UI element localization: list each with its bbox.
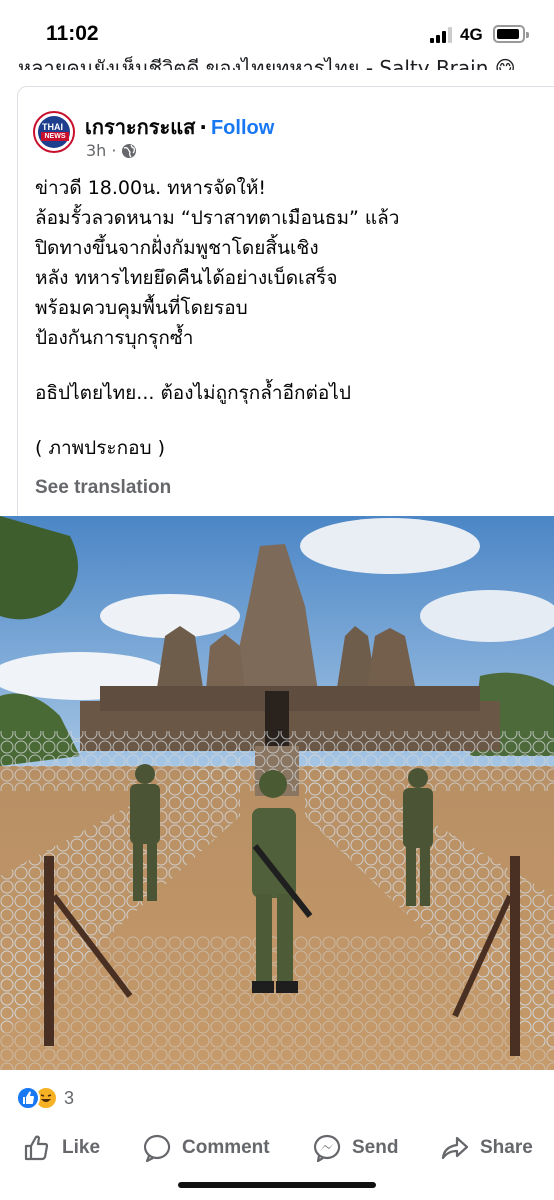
post-line: พร้อมควบคุมพื้นที่โดยรอบ [35, 297, 248, 319]
home-indicator[interactable] [178, 1182, 376, 1188]
comment-icon [143, 1134, 171, 1163]
like-reaction-icon [16, 1086, 40, 1110]
battery-icon [493, 25, 529, 43]
meta-separator: · [111, 141, 117, 160]
post-line: ( ภาพประกอบ ) [35, 437, 166, 459]
page-avatar[interactable]: THAI NEWS [33, 111, 75, 153]
avatar-logo-subtext: NEWS [41, 132, 69, 141]
post-line: ป้องกันการบุกรุกซ้ำ [35, 327, 194, 349]
post-time[interactable]: 3h [86, 141, 106, 160]
status-time: 11:02 [46, 22, 99, 45]
reaction-count: 3 [64, 1087, 75, 1108]
post-line-blank [35, 408, 545, 433]
follow-button[interactable]: Follow [211, 117, 274, 139]
post-meta: 3h · [86, 141, 137, 160]
cut-off-caption: หลายคนยังเห็นชีวิตดี ของไทยทหารไทย - Sal… [18, 56, 516, 70]
page-name[interactable]: เกราะกระแส [85, 115, 195, 139]
post-line-blank [35, 353, 545, 378]
network-type: 4G [460, 25, 483, 44]
post-line: ล้อมรั้วลวดหนาม “ปราสาทตาเมือนธม” แล้ว [35, 207, 400, 229]
temple-soldiers-image [0, 516, 554, 1070]
messenger-icon [313, 1134, 341, 1163]
reaction-summary[interactable]: 3 [16, 1086, 74, 1110]
thumbs-up-icon [24, 1135, 49, 1161]
post-line: อธิปไตยไทย... ต้องไม่ถูกรุกล้ำอีกต่อไป [35, 382, 351, 404]
comment-label: Comment [182, 1137, 270, 1158]
send-button[interactable]: Send [312, 1126, 398, 1170]
shared-post-card[interactable]: THAI NEWS เกราะกระแส · Follow 3h · ข่าวดี … [17, 86, 554, 516]
post-action-bar: Like Comment Send Share [0, 1126, 554, 1170]
share-button[interactable]: Share [440, 1126, 533, 1170]
like-button[interactable]: Like [22, 1126, 100, 1170]
post-line: ปิดทางขึ้นจากฝั่งกัมพูชาโดยสิ้นเชิง [35, 237, 319, 259]
comment-button[interactable]: Comment [142, 1126, 270, 1170]
name-separator: · [199, 115, 207, 139]
post-line: หลัง ทหารไทยยึดคืนได้อย่างเบ็ดเสร็จ [35, 267, 338, 289]
share-icon [441, 1136, 469, 1160]
post-photo[interactable] [0, 516, 554, 1070]
send-label: Send [352, 1137, 399, 1158]
post-line: ข่าวดี 18.00น. ทหารจัดให้! [35, 177, 266, 199]
post-header: เกราะกระแส · Follow [85, 111, 274, 143]
globe-icon [122, 143, 137, 158]
cellular-signal-icon [430, 27, 454, 43]
avatar-logo-text: THAI [42, 122, 63, 132]
see-translation-link[interactable]: See translation [35, 477, 171, 499]
like-label: Like [62, 1137, 101, 1158]
share-label: Share [480, 1137, 533, 1158]
post-body: ข่าวดี 18.00น. ทหารจัดให้! ล้อมรั้วลวดหน… [35, 173, 545, 463]
